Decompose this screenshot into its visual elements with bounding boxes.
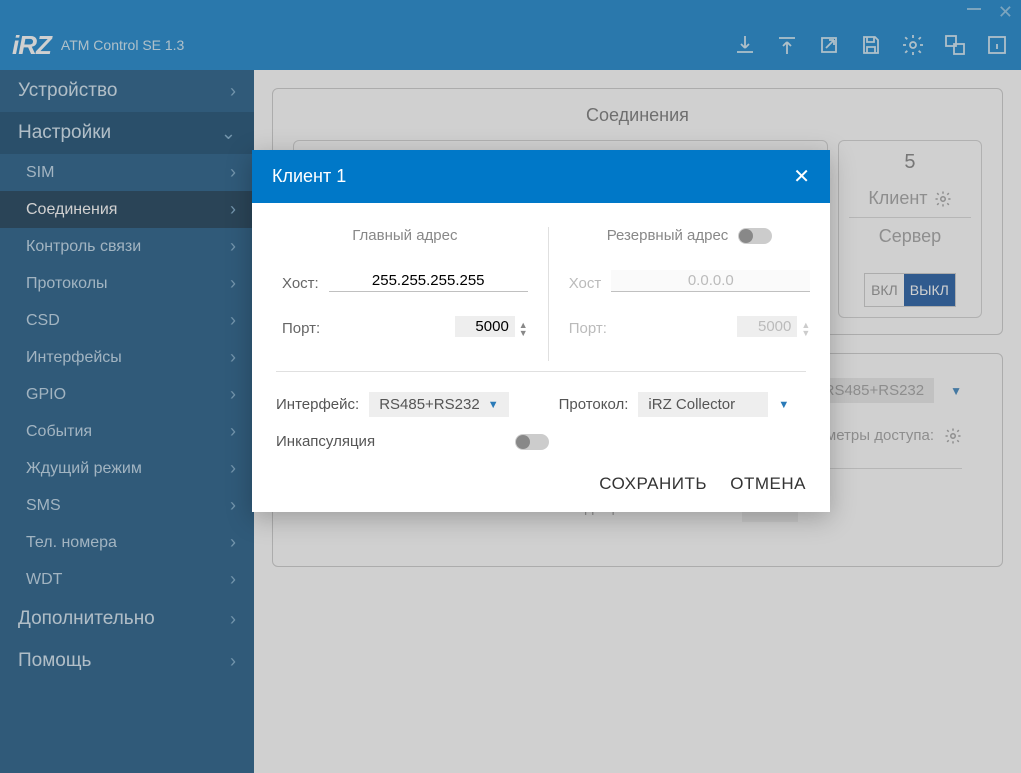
encaps-label: Инкапсуляция	[276, 433, 375, 450]
host-label-backup: Хост	[569, 275, 602, 292]
dlg-proto-label: Протокол:	[559, 396, 629, 413]
close-icon[interactable]: ✕	[793, 164, 810, 189]
dialog-title: Клиент 1	[272, 166, 346, 187]
dlg-iface-select[interactable]: RS485+RS232 ▼	[369, 392, 508, 417]
spinner-icon: ▲▼	[801, 321, 810, 337]
spinner-icon[interactable]: ▲▼	[519, 321, 528, 337]
cancel-button[interactable]: ОТМЕНА	[730, 474, 806, 493]
backup-toggle[interactable]	[738, 228, 772, 244]
backup-address-col: Резервный адрес Хост Порт: ▲▼	[549, 227, 817, 361]
port-backup-input	[737, 316, 797, 337]
dlg-proto-select[interactable]: iRZ Collector	[638, 392, 768, 417]
host-main-input[interactable]	[329, 270, 528, 292]
dropdown-icon: ▼	[488, 399, 499, 411]
dropdown-icon: ▼	[778, 399, 789, 411]
host-label: Хост:	[282, 275, 319, 292]
encaps-toggle[interactable]	[515, 434, 549, 450]
main-address-col: Главный адрес Хост: Порт: ▲▼	[276, 227, 549, 361]
save-button[interactable]: СОХРАНИТЬ	[599, 474, 707, 493]
host-backup-input	[611, 270, 810, 292]
dlg-iface-label: Интерфейс:	[276, 396, 359, 413]
backup-address-heading: Резервный адрес	[607, 227, 729, 244]
port-label: Порт:	[282, 320, 320, 337]
client-dialog: Клиент 1 ✕ Главный адрес Хост: Порт: ▲▼	[252, 150, 830, 512]
dialog-header: Клиент 1 ✕	[252, 150, 830, 203]
port-label-backup: Порт:	[569, 320, 607, 337]
main-address-heading: Главный адрес	[282, 227, 528, 244]
port-main-input[interactable]	[455, 316, 515, 337]
